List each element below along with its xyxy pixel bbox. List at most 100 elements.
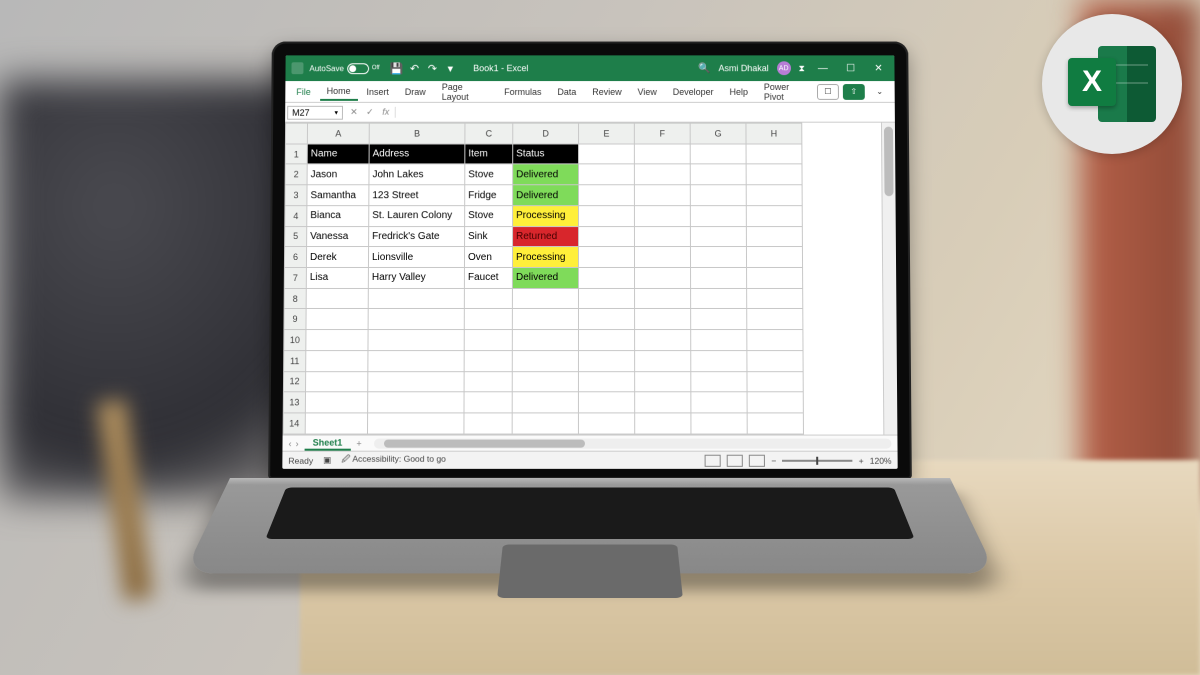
fx-icon[interactable]: fx bbox=[379, 107, 393, 118]
comments-button[interactable]: ☐ bbox=[817, 84, 839, 100]
row-header-12[interactable]: 12 bbox=[283, 371, 305, 392]
cell-C4[interactable]: Stove bbox=[465, 206, 513, 227]
cell-F2[interactable] bbox=[634, 164, 690, 185]
tab-help[interactable]: Help bbox=[723, 84, 755, 100]
chevron-down-icon[interactable]: ▾ bbox=[334, 108, 338, 116]
cell-F6[interactable] bbox=[634, 247, 690, 268]
cell-A8[interactable] bbox=[306, 288, 368, 309]
row-header-11[interactable]: 11 bbox=[284, 350, 306, 371]
cell-A5[interactable]: Vanessa bbox=[307, 226, 369, 247]
save-icon[interactable]: 💾 bbox=[390, 61, 404, 75]
cell-B3[interactable]: 123 Street bbox=[369, 185, 465, 206]
cell-C12[interactable] bbox=[464, 371, 512, 392]
sheet-next-icon[interactable]: › bbox=[296, 438, 299, 448]
row-header-1[interactable]: 1 bbox=[285, 144, 307, 165]
cell-D9[interactable] bbox=[512, 309, 578, 330]
cell-F9[interactable] bbox=[635, 309, 691, 330]
cell-C5[interactable]: Sink bbox=[465, 226, 513, 247]
row-header-13[interactable]: 13 bbox=[283, 392, 305, 413]
cell-G9[interactable] bbox=[691, 309, 747, 330]
cell-G1[interactable] bbox=[690, 144, 746, 165]
qat-dropdown-icon[interactable]: ▾ bbox=[443, 61, 457, 75]
cell-G4[interactable] bbox=[690, 206, 746, 227]
cell-C2[interactable]: Stove bbox=[465, 164, 513, 185]
cell-C9[interactable] bbox=[464, 309, 512, 330]
cell-C8[interactable] bbox=[464, 288, 512, 309]
cell-D5[interactable]: Returned bbox=[513, 226, 579, 247]
col-header-G[interactable]: G bbox=[690, 123, 746, 144]
cell-E1[interactable] bbox=[579, 144, 635, 165]
cell-F8[interactable] bbox=[635, 288, 691, 309]
cell-H12[interactable] bbox=[747, 371, 803, 392]
cell-H4[interactable] bbox=[746, 206, 802, 227]
accessibility-status[interactable]: 🖉 Accessibility: Good to go bbox=[341, 453, 446, 467]
cell-B13[interactable] bbox=[368, 392, 464, 413]
cell-A11[interactable] bbox=[306, 350, 368, 371]
cancel-formula-icon[interactable]: ✕ bbox=[347, 107, 361, 118]
cell-F14[interactable] bbox=[635, 413, 691, 434]
cell-D7[interactable]: Delivered bbox=[512, 268, 578, 289]
cell-A13[interactable] bbox=[305, 392, 367, 413]
cell-B12[interactable] bbox=[368, 371, 464, 392]
select-all-corner[interactable] bbox=[285, 123, 307, 144]
cell-G10[interactable] bbox=[691, 330, 747, 351]
cell-A9[interactable] bbox=[306, 309, 368, 330]
vertical-scrollbar[interactable] bbox=[881, 123, 897, 435]
search-icon[interactable]: 🔍 bbox=[698, 63, 710, 74]
cell-E6[interactable] bbox=[578, 247, 634, 268]
cell-B9[interactable] bbox=[368, 309, 464, 330]
cell-B8[interactable] bbox=[368, 288, 464, 309]
cell-B2[interactable]: John Lakes bbox=[369, 164, 465, 185]
row-header-3[interactable]: 3 bbox=[285, 185, 307, 206]
cell-G8[interactable] bbox=[691, 288, 747, 309]
redo-icon[interactable]: ↷ bbox=[425, 61, 439, 75]
sheet-prev-icon[interactable]: ‹ bbox=[289, 438, 292, 448]
row-header-6[interactable]: 6 bbox=[284, 247, 306, 268]
pending-icon[interactable]: ⧗ bbox=[799, 63, 805, 74]
cell-C13[interactable] bbox=[464, 392, 512, 413]
cell-H2[interactable] bbox=[746, 164, 802, 185]
cell-G7[interactable] bbox=[691, 268, 747, 289]
cell-D11[interactable] bbox=[512, 350, 578, 371]
row-header-8[interactable]: 8 bbox=[284, 288, 306, 309]
maximize-button[interactable]: ☐ bbox=[841, 60, 861, 76]
tab-formulas[interactable]: Formulas bbox=[497, 84, 548, 100]
tab-power-pivot[interactable]: Power Pivot bbox=[757, 79, 815, 105]
cell-D13[interactable] bbox=[512, 392, 578, 413]
cell-C6[interactable]: Oven bbox=[464, 247, 512, 268]
cell-F11[interactable] bbox=[635, 350, 691, 371]
cell-D1[interactable]: Status bbox=[513, 144, 579, 165]
view-normal-icon[interactable] bbox=[705, 454, 721, 466]
cell-H11[interactable] bbox=[747, 350, 803, 371]
cell-H5[interactable] bbox=[746, 226, 802, 247]
cell-E2[interactable] bbox=[579, 164, 635, 185]
cell-E9[interactable] bbox=[578, 309, 634, 330]
cell-H13[interactable] bbox=[747, 392, 803, 413]
cell-B1[interactable]: Address bbox=[369, 144, 465, 165]
minimize-button[interactable]: — bbox=[813, 60, 833, 76]
cell-F1[interactable] bbox=[634, 144, 690, 165]
cell-D6[interactable]: Processing bbox=[512, 247, 578, 268]
cell-B6[interactable]: Lionsville bbox=[368, 247, 464, 268]
cell-B10[interactable] bbox=[368, 330, 464, 351]
tab-page-layout[interactable]: Page Layout bbox=[435, 79, 495, 105]
cell-C11[interactable] bbox=[464, 350, 512, 371]
toggle-icon[interactable] bbox=[347, 63, 369, 74]
cell-A14[interactable] bbox=[305, 413, 367, 434]
horizontal-scrollbar[interactable] bbox=[374, 438, 892, 448]
cell-D10[interactable] bbox=[512, 330, 578, 351]
collapse-ribbon-icon[interactable]: ⌄ bbox=[869, 84, 891, 100]
share-button[interactable]: ⇧ bbox=[843, 84, 865, 100]
col-header-E[interactable]: E bbox=[579, 123, 635, 144]
cell-F7[interactable] bbox=[635, 268, 691, 289]
cell-H3[interactable] bbox=[746, 185, 802, 206]
cell-H6[interactable] bbox=[746, 247, 802, 268]
row-header-14[interactable]: 14 bbox=[283, 413, 305, 434]
sheet-tab-active[interactable]: Sheet1 bbox=[305, 436, 351, 450]
col-header-A[interactable]: A bbox=[307, 123, 369, 144]
cell-C7[interactable]: Faucet bbox=[464, 268, 512, 289]
cell-E12[interactable] bbox=[578, 371, 634, 392]
cell-F13[interactable] bbox=[635, 392, 691, 413]
cell-F12[interactable] bbox=[635, 371, 691, 392]
cell-F3[interactable] bbox=[634, 185, 690, 206]
